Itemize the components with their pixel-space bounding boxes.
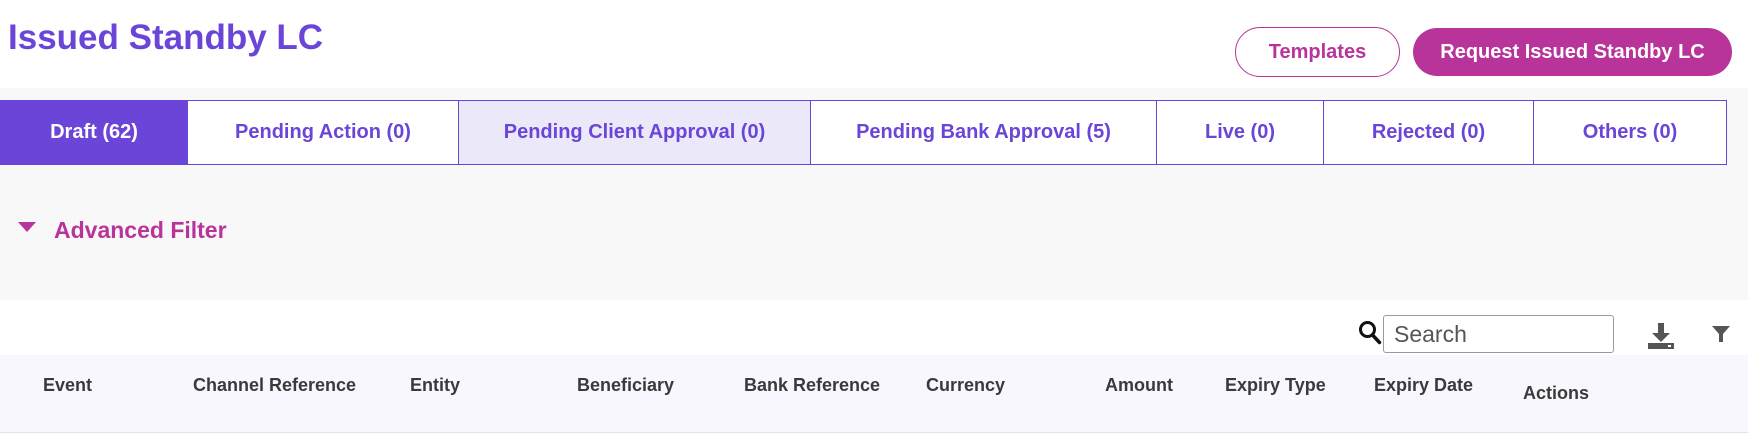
search-input[interactable] — [1383, 315, 1614, 353]
column-header-currency[interactable]: Currency — [926, 375, 1005, 396]
tab-pending-action[interactable]: Pending Action (0) — [186, 100, 460, 165]
tab-draft[interactable]: Draft (62) — [0, 100, 188, 165]
tab-live[interactable]: Live (0) — [1156, 100, 1324, 165]
tab-others[interactable]: Others (0) — [1533, 100, 1727, 165]
column-header-bank-reference[interactable]: Bank Reference — [744, 375, 880, 396]
templates-button[interactable]: Templates — [1235, 27, 1400, 77]
column-header-beneficiary[interactable]: Beneficiary — [577, 375, 674, 396]
download-icon[interactable] — [1646, 321, 1676, 351]
column-header-actions: Actions — [1523, 383, 1590, 403]
caret-down-icon — [18, 221, 36, 232]
search-icon — [1359, 321, 1382, 345]
tab-rejected[interactable]: Rejected (0) — [1322, 100, 1535, 165]
column-header-amount[interactable]: Amount — [1105, 375, 1173, 396]
request-issued-standby-lc-button[interactable]: Request Issued Standby LC — [1413, 28, 1732, 76]
advanced-filter-toggle[interactable]: Advanced Filter — [18, 217, 227, 244]
column-header-expiry-type[interactable]: Expiry Type — [1225, 375, 1326, 396]
status-tabs: Draft (62) Pending Action (0) Pending Cl… — [0, 100, 1727, 165]
tab-pending-bank-approval[interactable]: Pending Bank Approval (5) — [809, 100, 1158, 165]
column-header-event[interactable]: Event — [43, 375, 92, 396]
table-header: Event Channel Reference Entity Beneficia… — [0, 355, 1748, 433]
page-title: Issued Standby LC — [8, 18, 324, 57]
column-header-channel-reference[interactable]: Channel Reference — [193, 375, 356, 396]
tab-pending-client-approval[interactable]: Pending Client Approval (0) — [458, 100, 811, 165]
advanced-filter-label: Advanced Filter — [54, 217, 227, 243]
column-header-entity[interactable]: Entity — [410, 375, 460, 396]
filter-icon[interactable] — [1711, 324, 1731, 344]
column-header-expiry-date[interactable]: Expiry Date — [1374, 375, 1473, 396]
